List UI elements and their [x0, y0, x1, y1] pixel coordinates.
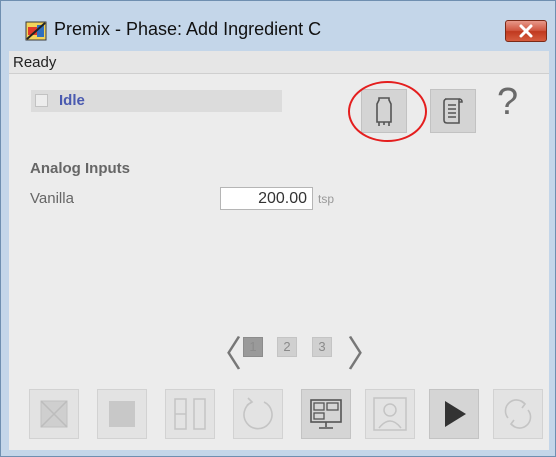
abort-icon [40, 400, 68, 428]
app-icon [25, 21, 47, 41]
state-indicator: Idle [31, 90, 282, 112]
close-icon [519, 24, 533, 38]
status-bar: Ready [9, 51, 549, 74]
status-text: Ready [13, 54, 57, 71]
prev-page-button[interactable]: 〈 [206, 336, 242, 372]
log-icon [443, 98, 463, 124]
faceplate-body: Ready Idle ? Analog Inputs Vanilla 200.0… [9, 51, 549, 450]
page-3-button[interactable]: 3 [312, 337, 332, 357]
input-value-field[interactable]: 200.00 [220, 187, 313, 210]
restart-button[interactable] [233, 389, 283, 439]
highlight-circle [348, 81, 427, 142]
title-bar[interactable]: Premix - Phase: Add Ingredient C [1, 1, 555, 49]
abort-button[interactable] [29, 389, 79, 439]
state-label: Idle [59, 92, 85, 109]
page-2-button[interactable]: 2 [277, 337, 297, 357]
input-unit: tsp [318, 192, 335, 206]
hold-button[interactable] [165, 389, 215, 439]
help-icon[interactable]: ? [497, 83, 518, 121]
section-title: Analog Inputs [30, 160, 130, 177]
window: Premix - Phase: Add Ingredient C Ready I… [0, 0, 556, 457]
stop-button[interactable] [97, 389, 147, 439]
faceplate-button[interactable] [301, 389, 351, 439]
start-button[interactable] [429, 389, 479, 439]
state-checkbox[interactable] [35, 94, 48, 107]
window-title: Premix - Phase: Add Ingredient C [54, 19, 322, 39]
page-1-button[interactable]: 1 [243, 337, 263, 357]
operator-icon [373, 397, 407, 431]
start-icon [445, 401, 466, 427]
operator-button[interactable] [365, 389, 415, 439]
reset-icon [504, 399, 532, 429]
restart-icon [243, 397, 273, 430]
faceplate-icon [310, 399, 342, 429]
close-button[interactable] [505, 20, 547, 42]
stop-icon [109, 401, 135, 427]
log-button[interactable] [430, 89, 476, 133]
hold-icon [174, 398, 206, 430]
next-page-button[interactable]: 〉 [347, 336, 383, 372]
input-label: Vanilla [30, 190, 74, 207]
reset-button[interactable] [493, 389, 543, 439]
